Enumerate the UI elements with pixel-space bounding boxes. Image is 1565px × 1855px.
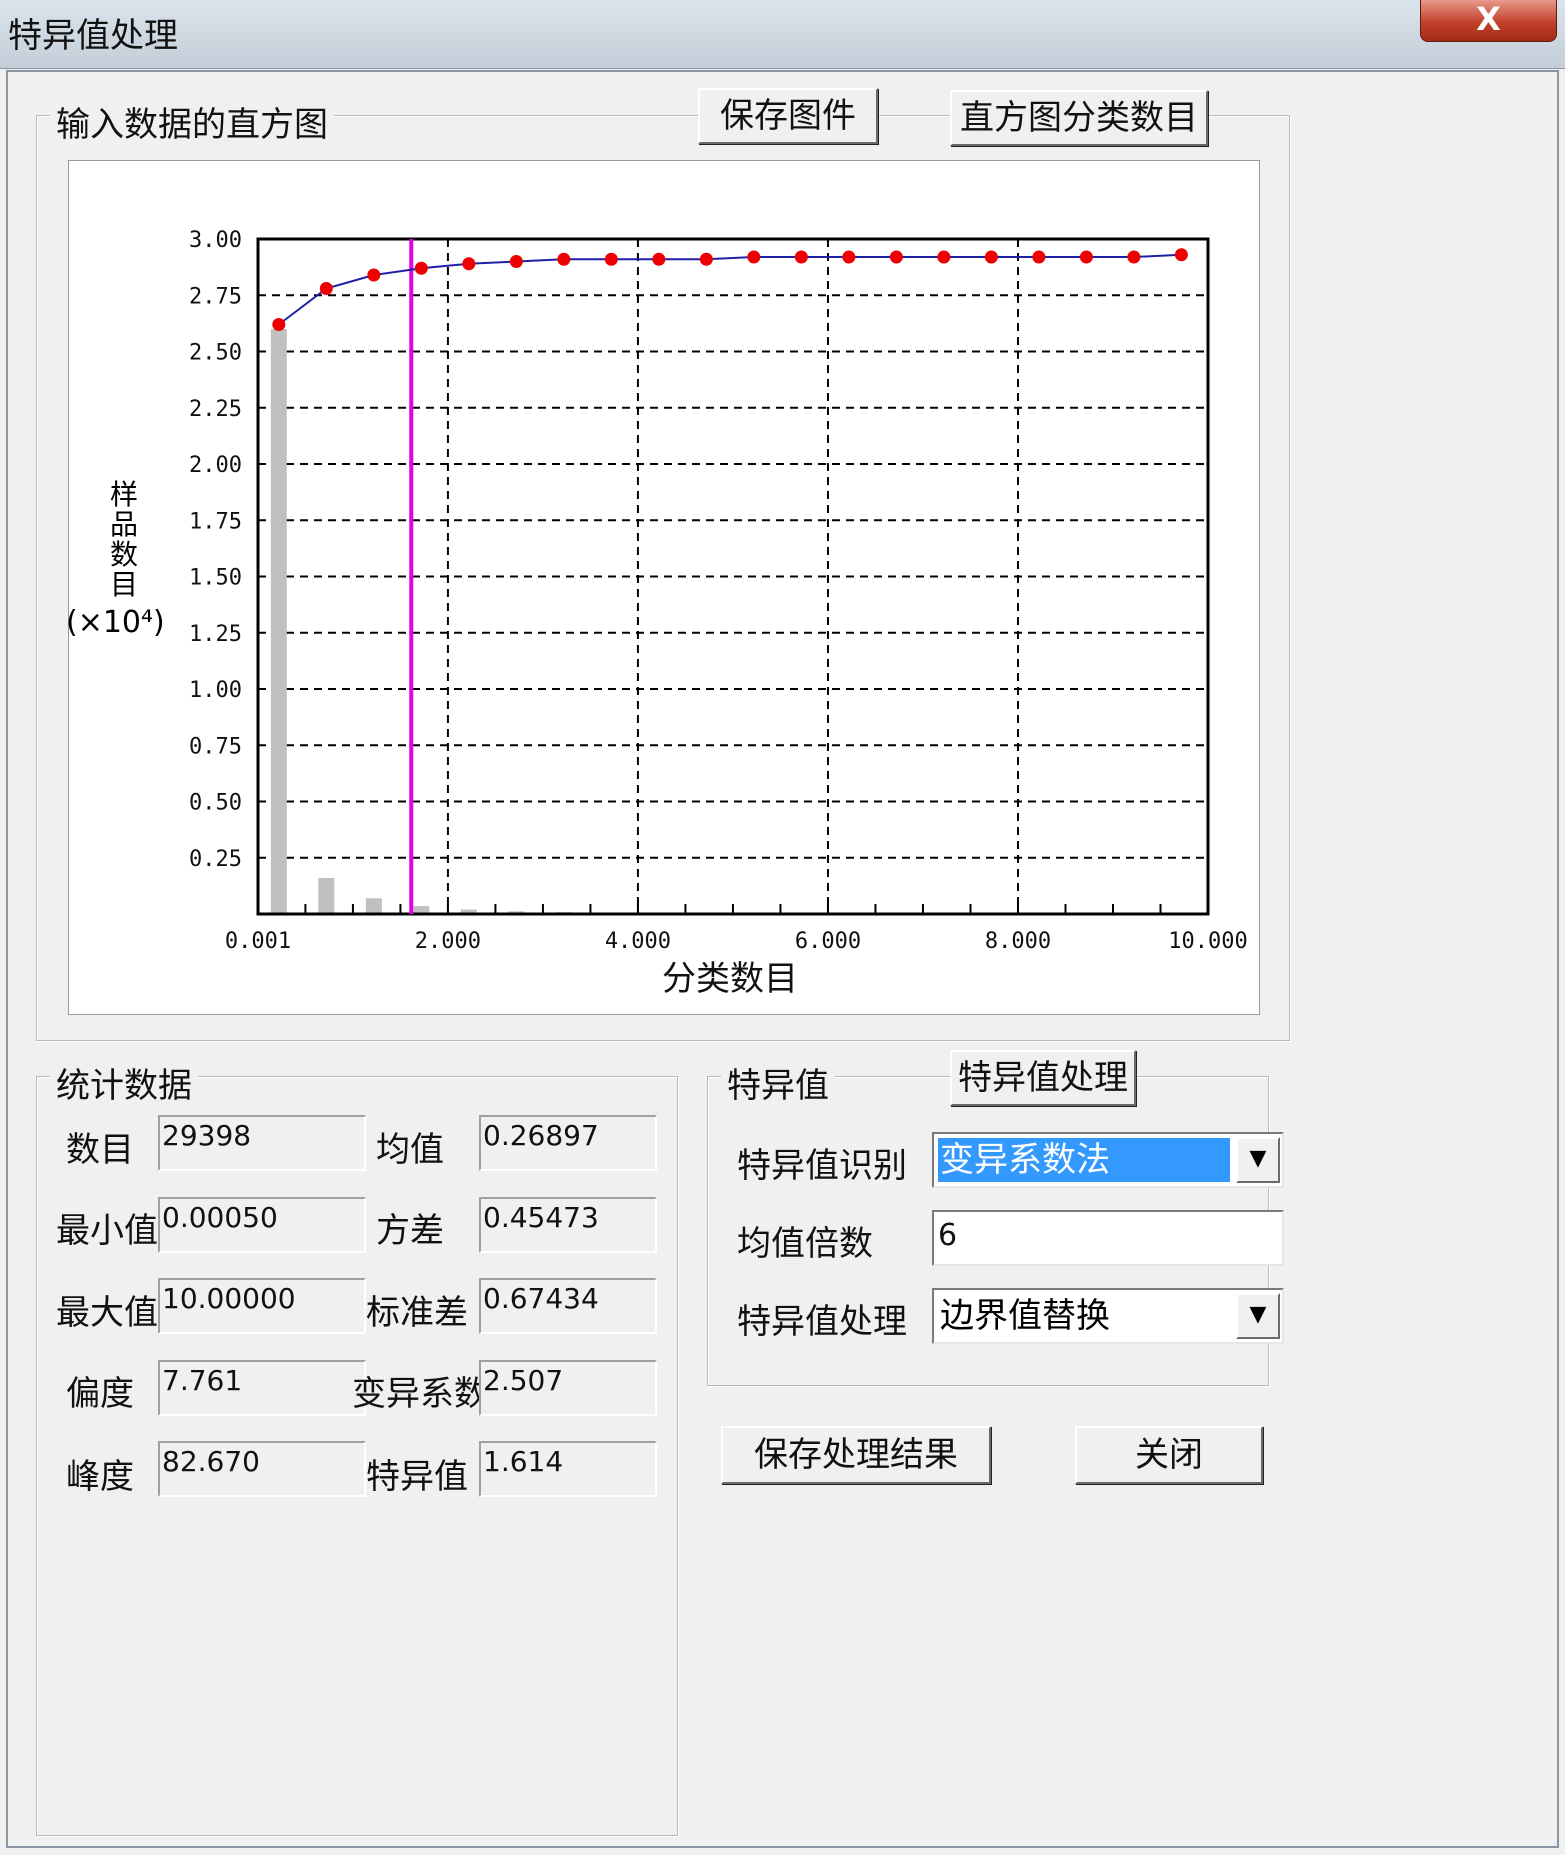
- outlier-group-title: 特异值: [721, 1058, 835, 1107]
- y-axis-title: 样 品 数 目: [92, 480, 156, 600]
- chevron-down-icon[interactable]: ▼: [1236, 1293, 1280, 1339]
- min-label: 最小值: [56, 1211, 158, 1251]
- mean-multiple-label: 均值倍数: [737, 1224, 873, 1264]
- identify-method-value: 变异系数法: [938, 1138, 1230, 1182]
- outlier-value-label: 特异值: [366, 1457, 468, 1497]
- save-figure-button[interactable]: 保存图件: [698, 88, 878, 144]
- mean-field: 0.26897: [479, 1115, 657, 1171]
- outlier-process-button[interactable]: 特异值处理: [950, 1050, 1136, 1106]
- y-axis-title-char: 数: [109, 538, 138, 571]
- identify-method-label: 特异值识别: [737, 1146, 907, 1186]
- min-field: 0.00050: [158, 1197, 366, 1253]
- y-axis-title-char: 样: [109, 478, 138, 511]
- mean-multiple-input[interactable]: 6: [932, 1210, 1284, 1266]
- stddev-field: 0.67434: [479, 1278, 657, 1334]
- count-label: 数目: [66, 1130, 134, 1170]
- histogram-chart-area: [68, 160, 1260, 1015]
- cv-label: 变异系数: [352, 1374, 488, 1414]
- handle-method-label: 特异值处理: [737, 1302, 907, 1342]
- outlier-value-field: 1.614: [479, 1441, 657, 1497]
- skewness-field: 7.761: [158, 1360, 366, 1416]
- y-axis-unit: (×10⁴): [66, 605, 165, 640]
- identify-method-select[interactable]: 变异系数法 ▼: [932, 1132, 1284, 1188]
- close-window-button[interactable]: X: [1420, 0, 1557, 42]
- max-label: 最大值: [56, 1293, 158, 1333]
- skewness-label: 偏度: [66, 1374, 134, 1414]
- histogram-group-title: 输入数据的直方图: [50, 97, 334, 146]
- variance-label: 方差: [376, 1211, 444, 1251]
- close-button[interactable]: 关闭: [1075, 1426, 1263, 1484]
- y-axis-title-char: 目: [109, 568, 138, 601]
- y-axis-title-char: 品: [109, 508, 138, 541]
- stats-group-title: 统计数据: [50, 1058, 198, 1107]
- window-title: 特异值处理: [8, 16, 178, 56]
- variance-field: 0.45473: [479, 1197, 657, 1253]
- histogram-bins-button[interactable]: 直方图分类数目: [950, 90, 1208, 146]
- stddev-label: 标准差: [366, 1293, 468, 1333]
- mean-label: 均值: [376, 1130, 444, 1170]
- title-bar: 特异值处理 X: [0, 0, 1565, 69]
- save-result-button[interactable]: 保存处理结果: [721, 1426, 991, 1484]
- handle-method-value: 边界值替换: [940, 1296, 1110, 1336]
- handle-method-select[interactable]: 边界值替换 ▼: [932, 1288, 1284, 1344]
- cv-field: 2.507: [479, 1360, 657, 1416]
- chevron-down-icon[interactable]: ▼: [1236, 1137, 1280, 1183]
- kurtosis-label: 峰度: [66, 1457, 134, 1497]
- count-field: 29398: [158, 1115, 366, 1171]
- kurtosis-field: 82.670: [158, 1441, 366, 1497]
- max-field: 10.00000: [158, 1278, 366, 1334]
